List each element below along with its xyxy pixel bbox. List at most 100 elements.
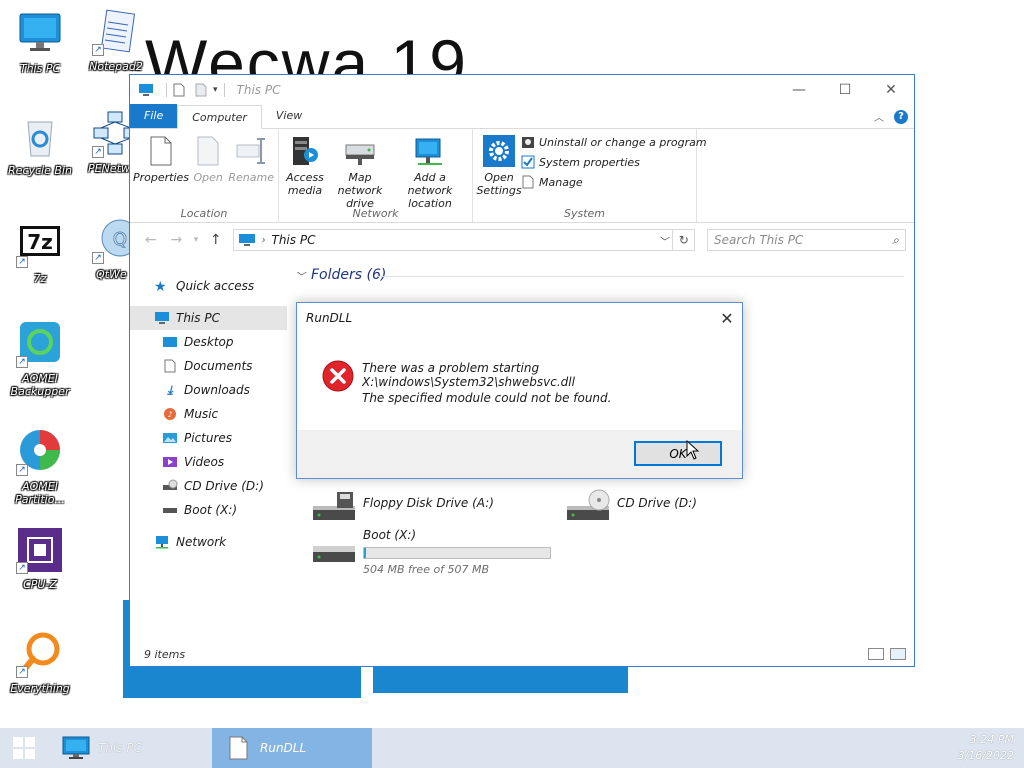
- desktop-icon-7z[interactable]: 7z ↗ 7z: [0, 220, 80, 285]
- start-button[interactable]: [0, 728, 48, 768]
- recycle-bin-icon: [16, 112, 64, 160]
- address-bar[interactable]: › This PC ﹀: [232, 229, 674, 251]
- system-clock[interactable]: 3:24 PM 3/16/2022: [958, 732, 1014, 764]
- open-label: Open: [193, 171, 223, 184]
- taskbar: This PC RunDLL 3:24 PM 3/16/2022: [0, 728, 1024, 768]
- desktop-icon-this-pc[interactable]: This PC: [0, 10, 80, 75]
- nav-label: CD Drive (D:): [184, 479, 264, 493]
- desktop-icon-label: Everything: [10, 682, 70, 695]
- nav-label: Pictures: [184, 431, 233, 445]
- nav-item-documents[interactable]: Documents: [130, 354, 287, 378]
- cpu-chip-icon: ↗: [16, 526, 64, 574]
- document-icon: [229, 736, 248, 760]
- maximize-icon[interactable]: ☐: [822, 75, 868, 105]
- search-box[interactable]: Search This PC ⌕: [707, 229, 906, 251]
- nav-item-cd-drive[interactable]: CD Drive (D:): [130, 474, 287, 498]
- section-title: Folders (6): [311, 267, 387, 283]
- refresh-icon[interactable]: ↻: [673, 229, 696, 251]
- folders-section-header[interactable]: ﹀ Folders (6): [295, 267, 386, 283]
- nav-item-quick-access[interactable]: ★ Quick access: [130, 274, 287, 298]
- nav-item-this-pc[interactable]: This PC: [130, 306, 287, 330]
- dialog-close-icon[interactable]: ✕: [712, 303, 742, 333]
- download-arrow-icon: ⤓: [167, 383, 173, 397]
- minimize-icon[interactable]: —: [776, 75, 822, 105]
- drive-free-space: 504 MB free of 507 MB: [363, 563, 490, 576]
- rundll-dialog[interactable]: RunDLL ✕ There was a problem starting X:…: [296, 302, 743, 479]
- shortcut-arrow-icon: ↗: [16, 464, 28, 476]
- videos-icon: [163, 457, 177, 467]
- nav-label: Desktop: [184, 335, 234, 349]
- open-icon: [197, 136, 219, 166]
- desktop-icon-label: Recycle Bin: [8, 164, 72, 177]
- desktop-icon-everything[interactable]: ↗ Everything: [0, 630, 80, 695]
- collapse-ribbon-icon[interactable]: ︿: [874, 109, 884, 124]
- svg-text:♪: ♪: [167, 410, 172, 419]
- taskbar-label: RunDLL: [260, 741, 307, 755]
- drive-usage-fill: [364, 548, 366, 558]
- drive-boot[interactable]: Boot (X:) 504 MB free of 507 MB: [311, 528, 551, 576]
- ok-button[interactable]: OK: [634, 441, 722, 466]
- error-detail: The specified module could not be found.: [362, 391, 612, 405]
- search-placeholder: Search This PC: [714, 233, 804, 247]
- nav-item-network[interactable]: Network: [130, 530, 287, 554]
- this-pc-icon: [155, 312, 169, 324]
- address-dropdown-icon[interactable]: ﹀: [658, 233, 668, 248]
- open-settings-label: Open Settings: [476, 171, 522, 197]
- rename-icon: [236, 138, 266, 164]
- tab-file[interactable]: File: [130, 104, 178, 128]
- access-media-label: Access media: [286, 171, 324, 197]
- close-icon[interactable]: ✕: [868, 75, 914, 105]
- recent-locations-icon[interactable]: ▾: [189, 235, 203, 245]
- add-location-label: Add a network location: [407, 171, 453, 210]
- group-name-location: Location: [180, 207, 228, 220]
- nav-item-pictures[interactable]: Pictures: [130, 426, 287, 450]
- svg-text:7z: 7z: [27, 230, 53, 254]
- nav-item-downloads[interactable]: ⤓ Downloads: [130, 378, 287, 402]
- manage-button[interactable]: Manage: [521, 175, 707, 189]
- dialog-footer: OK: [297, 430, 742, 478]
- title-separator: [166, 83, 167, 97]
- system-properties-label: System properties: [539, 155, 640, 169]
- nav-item-music[interactable]: ♪ Music: [130, 402, 287, 426]
- nav-item-videos[interactable]: Videos: [130, 450, 287, 474]
- tab-computer[interactable]: Computer: [177, 105, 262, 129]
- window-controls: — ☐ ✕: [776, 75, 914, 105]
- nav-item-desktop[interactable]: Desktop: [130, 330, 287, 354]
- drive-floppy[interactable]: Floppy Disk Drive (A:): [311, 488, 494, 528]
- taskbar-item-rundll[interactable]: RunDLL: [212, 728, 372, 768]
- desktop-icon-label: CPU-Z: [23, 578, 57, 591]
- drive-cd[interactable]: CD Drive (D:): [565, 488, 697, 528]
- taskbar-item-this-pc[interactable]: This PC: [50, 728, 210, 768]
- large-icons-view-icon[interactable]: [890, 648, 906, 660]
- help-icon[interactable]: ?: [894, 109, 908, 124]
- taskbar-label: This PC: [98, 741, 142, 755]
- nav-label: Downloads: [184, 383, 250, 397]
- desktop-icon-cpu-z[interactable]: ↗ CPU-Z: [0, 526, 80, 591]
- desktop-icon-recycle-bin[interactable]: Recycle Bin: [0, 112, 80, 177]
- quick-access-dropdown-icon[interactable]: ▾: [213, 85, 218, 95]
- nav-item-boot[interactable]: Boot (X:): [130, 498, 287, 522]
- up-arrow-icon[interactable]: ↑: [203, 232, 229, 248]
- new-folder-quick-icon[interactable]: [195, 83, 207, 97]
- search-icon: ⌕: [892, 232, 899, 247]
- manage-label: Manage: [539, 175, 583, 189]
- forward-arrow-icon[interactable]: →: [164, 232, 190, 248]
- properties-quick-icon[interactable]: [173, 83, 185, 97]
- shortcut-arrow-icon: ↗: [92, 44, 104, 56]
- uninstall-program-button[interactable]: Uninstall or change a program: [521, 135, 707, 149]
- this-pc-icon: [139, 84, 153, 96]
- rename-label: Rename: [228, 171, 274, 184]
- desktop-icon-aomei-partition[interactable]: ↗ AOMEI Partitio...: [0, 428, 80, 506]
- this-pc-icon: [238, 234, 255, 246]
- mouse-pointer-icon: [686, 440, 700, 460]
- desktop-icon-aomei-backupper[interactable]: ↗ AOMEI Backupper: [0, 320, 80, 398]
- shortcut-arrow-icon: ↗: [16, 256, 28, 268]
- details-view-icon[interactable]: [868, 648, 884, 660]
- system-properties-button[interactable]: System properties: [521, 155, 707, 169]
- tab-view[interactable]: View: [262, 104, 316, 128]
- group-name-network: Network: [352, 207, 399, 220]
- back-arrow-icon[interactable]: ←: [138, 232, 164, 248]
- floppy-drive-icon: [313, 492, 355, 520]
- breadcrumb-chevron-icon[interactable]: ›: [262, 235, 266, 246]
- desktop-icon-notepad2[interactable]: ↗ Notepad2: [76, 8, 156, 73]
